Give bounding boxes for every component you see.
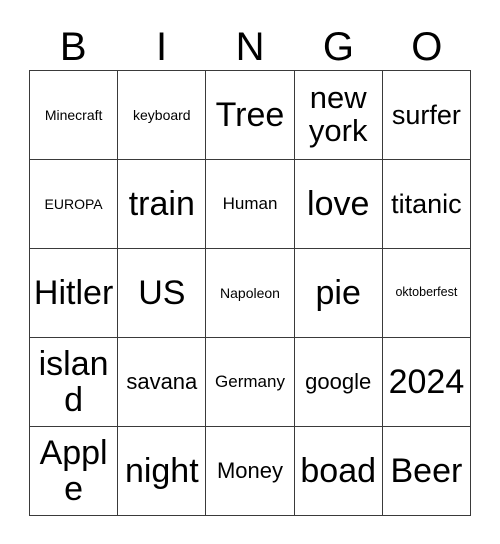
bingo-cell[interactable]: new york [294,71,383,160]
bingo-cell-label: Human [222,193,278,213]
bingo-cell-label: Apple [39,433,108,508]
bingo-cell[interactable]: Tree [206,71,295,160]
bingo-cell[interactable]: Apple [30,427,119,516]
bingo-cell-label: Money [216,458,284,484]
bingo-cell[interactable]: surfer [382,71,472,160]
bingo-cell-label: titanic [391,188,462,219]
bingo-cell[interactable]: google [294,338,383,427]
bingo-row: island savana Germany google 2024 [30,338,472,427]
bingo-cell[interactable]: Hitler [30,249,119,338]
bingo-cell[interactable]: Minecraft [30,71,119,160]
bingo-cell[interactable]: keyboard [118,71,207,160]
bingo-header-letter-b: B [59,25,87,69]
bingo-cell-label: pie [315,273,361,312]
bingo-cell-label: night [124,451,199,490]
bingo-cell[interactable]: Money [206,427,295,516]
bingo-cell[interactable]: oktoberfest [382,249,472,338]
bingo-cell[interactable]: night [118,427,207,516]
bingo-cell-label: oktoberfest [395,285,458,300]
bingo-cell[interactable]: titanic [382,160,472,249]
bingo-cell[interactable]: train [118,160,207,249]
bingo-card: B I N G O Minecraft keyboard Tree new yo… [29,24,472,516]
bingo-cell-label: surfer [391,99,461,130]
bingo-cell-label: island [38,344,109,419]
bingo-cell[interactable]: Beer [382,427,472,516]
bingo-cell-label: google [305,369,372,395]
bingo-header-letter-o: O [411,25,443,69]
bingo-cell[interactable]: savana [118,338,207,427]
bingo-cell[interactable]: Germany [206,338,295,427]
bingo-cell-label: keyboard [133,106,191,123]
bingo-cell[interactable]: love [294,160,383,249]
bingo-cell[interactable]: boad [294,427,383,516]
bingo-row: Hitler US Napoleon pie oktoberfest [30,249,472,338]
bingo-cell-label: Tree [215,95,285,134]
bingo-header-letter-g: G [322,25,354,69]
bingo-cell-label: love [307,184,370,223]
bingo-cell-label: train [128,184,195,223]
bingo-row: Apple night Money boad Beer [30,427,472,516]
bingo-cell-label: EUROPA [44,195,103,212]
bingo-cell[interactable]: pie [294,249,383,338]
bingo-cell[interactable]: island [30,338,119,427]
bingo-row: Minecraft keyboard Tree new york surfer [30,71,472,160]
bingo-cell-label: new york [308,80,368,148]
bingo-cell-label: Minecraft [44,106,103,123]
bingo-cell[interactable]: 2024 [382,338,472,427]
bingo-cell-label: Beer [390,451,463,490]
bingo-cell-label: 2024 [388,362,465,401]
bingo-cell[interactable]: Napoleon [206,249,295,338]
bingo-header-letter-i: I [156,25,168,69]
bingo-header-row: B I N G O [29,24,471,70]
bingo-cell[interactable]: Human [206,160,295,249]
bingo-cell[interactable]: US [118,249,207,338]
bingo-row: EUROPA train Human love titanic [30,160,472,249]
bingo-cell-label: boad [300,451,377,490]
bingo-cell-label: Germany [215,371,285,391]
bingo-cell-label: savana [126,369,198,395]
bingo-cell-label: US [138,273,186,312]
bingo-grid: Minecraft keyboard Tree new york surfer … [29,70,472,516]
bingo-cell-label: Hitler [33,273,114,312]
bingo-cell-label: Napoleon [220,284,280,301]
bingo-cell[interactable]: EUROPA [30,160,119,249]
bingo-header-letter-n: N [235,25,265,69]
